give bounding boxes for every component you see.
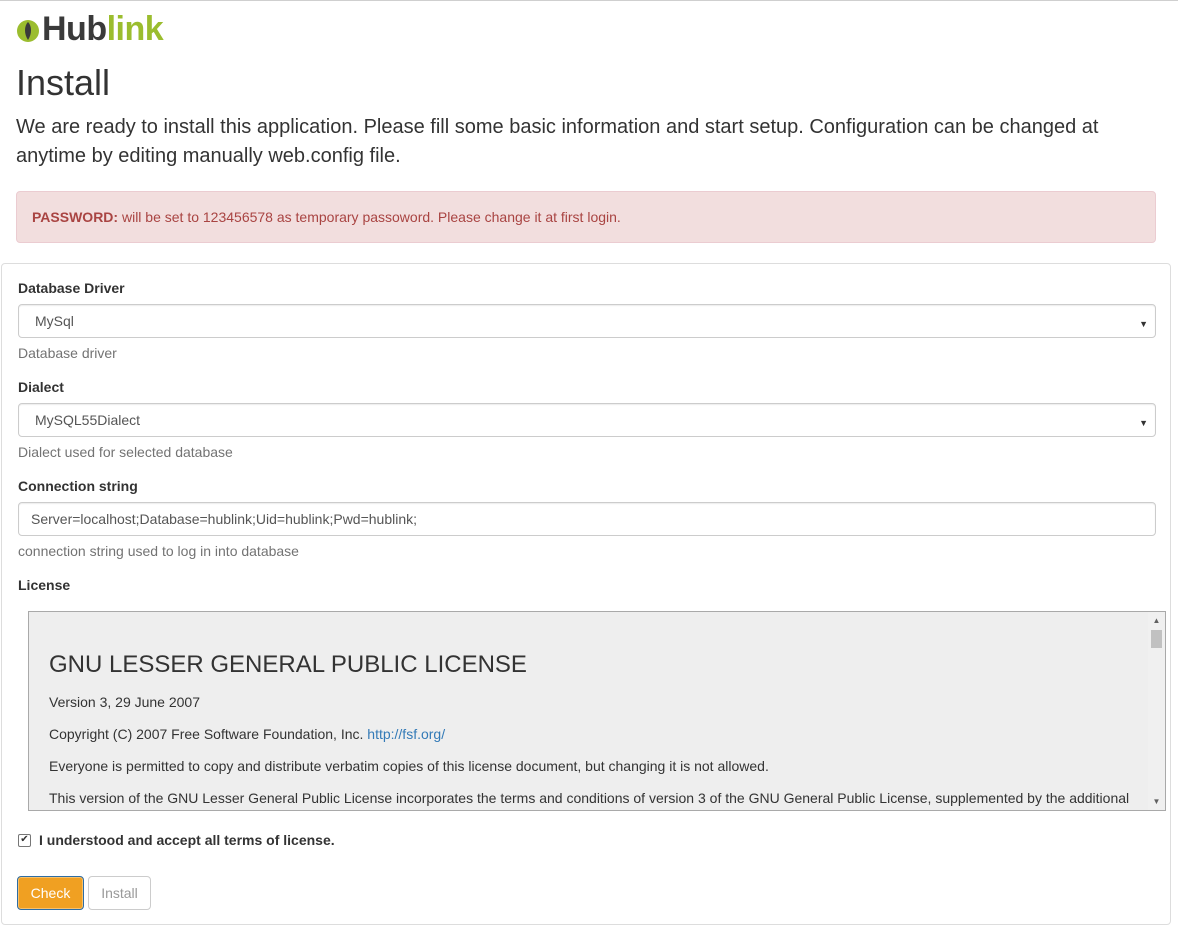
scroll-up-icon[interactable]: ▲ xyxy=(1148,612,1165,629)
license-paragraph: This version of the GNU Lesser General P… xyxy=(49,790,1130,806)
dialect-help: Dialect used for selected database xyxy=(18,444,233,460)
connection-help: connection string used to log in into da… xyxy=(18,543,299,559)
dialect-label: Dialect xyxy=(18,379,64,395)
password-alert: PASSWORD: will be set to 123456578 as te… xyxy=(16,191,1156,243)
license-version: Version 3, 29 June 2007 xyxy=(49,694,201,710)
page-lead: We are ready to install this application… xyxy=(16,116,1099,167)
driver-label: Database Driver xyxy=(18,280,125,296)
dialect-value: MySQL55Dialect xyxy=(35,412,141,428)
driver-help: Database driver xyxy=(18,345,117,361)
license-paragraph: Everyone is permitted to copy and distri… xyxy=(49,758,769,774)
leaf-logo-icon xyxy=(17,20,39,42)
fsf-link[interactable]: http://fsf.org/ xyxy=(367,726,445,742)
connection-value: Server=localhost;Database=hublink;Uid=hu… xyxy=(31,511,418,527)
alert-label: PASSWORD: xyxy=(32,209,119,225)
license-label: License xyxy=(18,577,71,593)
chevron-down-icon: ▼ xyxy=(1139,319,1148,329)
license-content: GNU LESSER GENERAL PUBLIC LICENSE Versio… xyxy=(49,650,1134,810)
page-title: Install xyxy=(16,62,111,103)
license-copyright: Copyright (C) 2007 Free Software Foundat… xyxy=(49,726,446,742)
connection-label: Connection string xyxy=(18,478,138,494)
driver-value: MySql xyxy=(35,313,74,329)
check-button[interactable]: Check xyxy=(17,876,84,910)
scroll-down-icon[interactable]: ▼ xyxy=(1148,793,1165,810)
license-heading: GNU LESSER GENERAL PUBLIC LICENSE xyxy=(49,651,527,678)
alert-text: will be set to 123456578 as temporary pa… xyxy=(118,209,621,225)
license-textarea[interactable]: GNU LESSER GENERAL PUBLIC LICENSE Versio… xyxy=(28,611,1166,811)
install-form-panel: Database Driver MySql ▼ Database driver … xyxy=(1,263,1171,925)
accept-license-checkbox[interactable]: ✔ xyxy=(18,833,31,847)
accept-license-row[interactable]: ✔ I understood and accept all terms of l… xyxy=(18,832,335,848)
chevron-down-icon: ▼ xyxy=(1139,418,1148,428)
scrollbar-thumb[interactable] xyxy=(1151,630,1162,648)
accept-license-label[interactable]: I understood and accept all terms of lic… xyxy=(39,832,335,848)
brand-logo[interactable]: Hublink xyxy=(16,10,164,48)
connection-string-input[interactable]: Server=localhost;Database=hublink;Uid=hu… xyxy=(18,502,1156,536)
driver-select[interactable]: MySql ▼ xyxy=(18,304,1156,338)
dialect-select[interactable]: MySQL55Dialect ▼ xyxy=(18,403,1156,437)
brand-name: Hublink xyxy=(42,10,164,48)
license-scrollbar[interactable]: ▲ ▼ xyxy=(1148,612,1165,810)
install-button[interactable]: Install xyxy=(88,876,151,910)
